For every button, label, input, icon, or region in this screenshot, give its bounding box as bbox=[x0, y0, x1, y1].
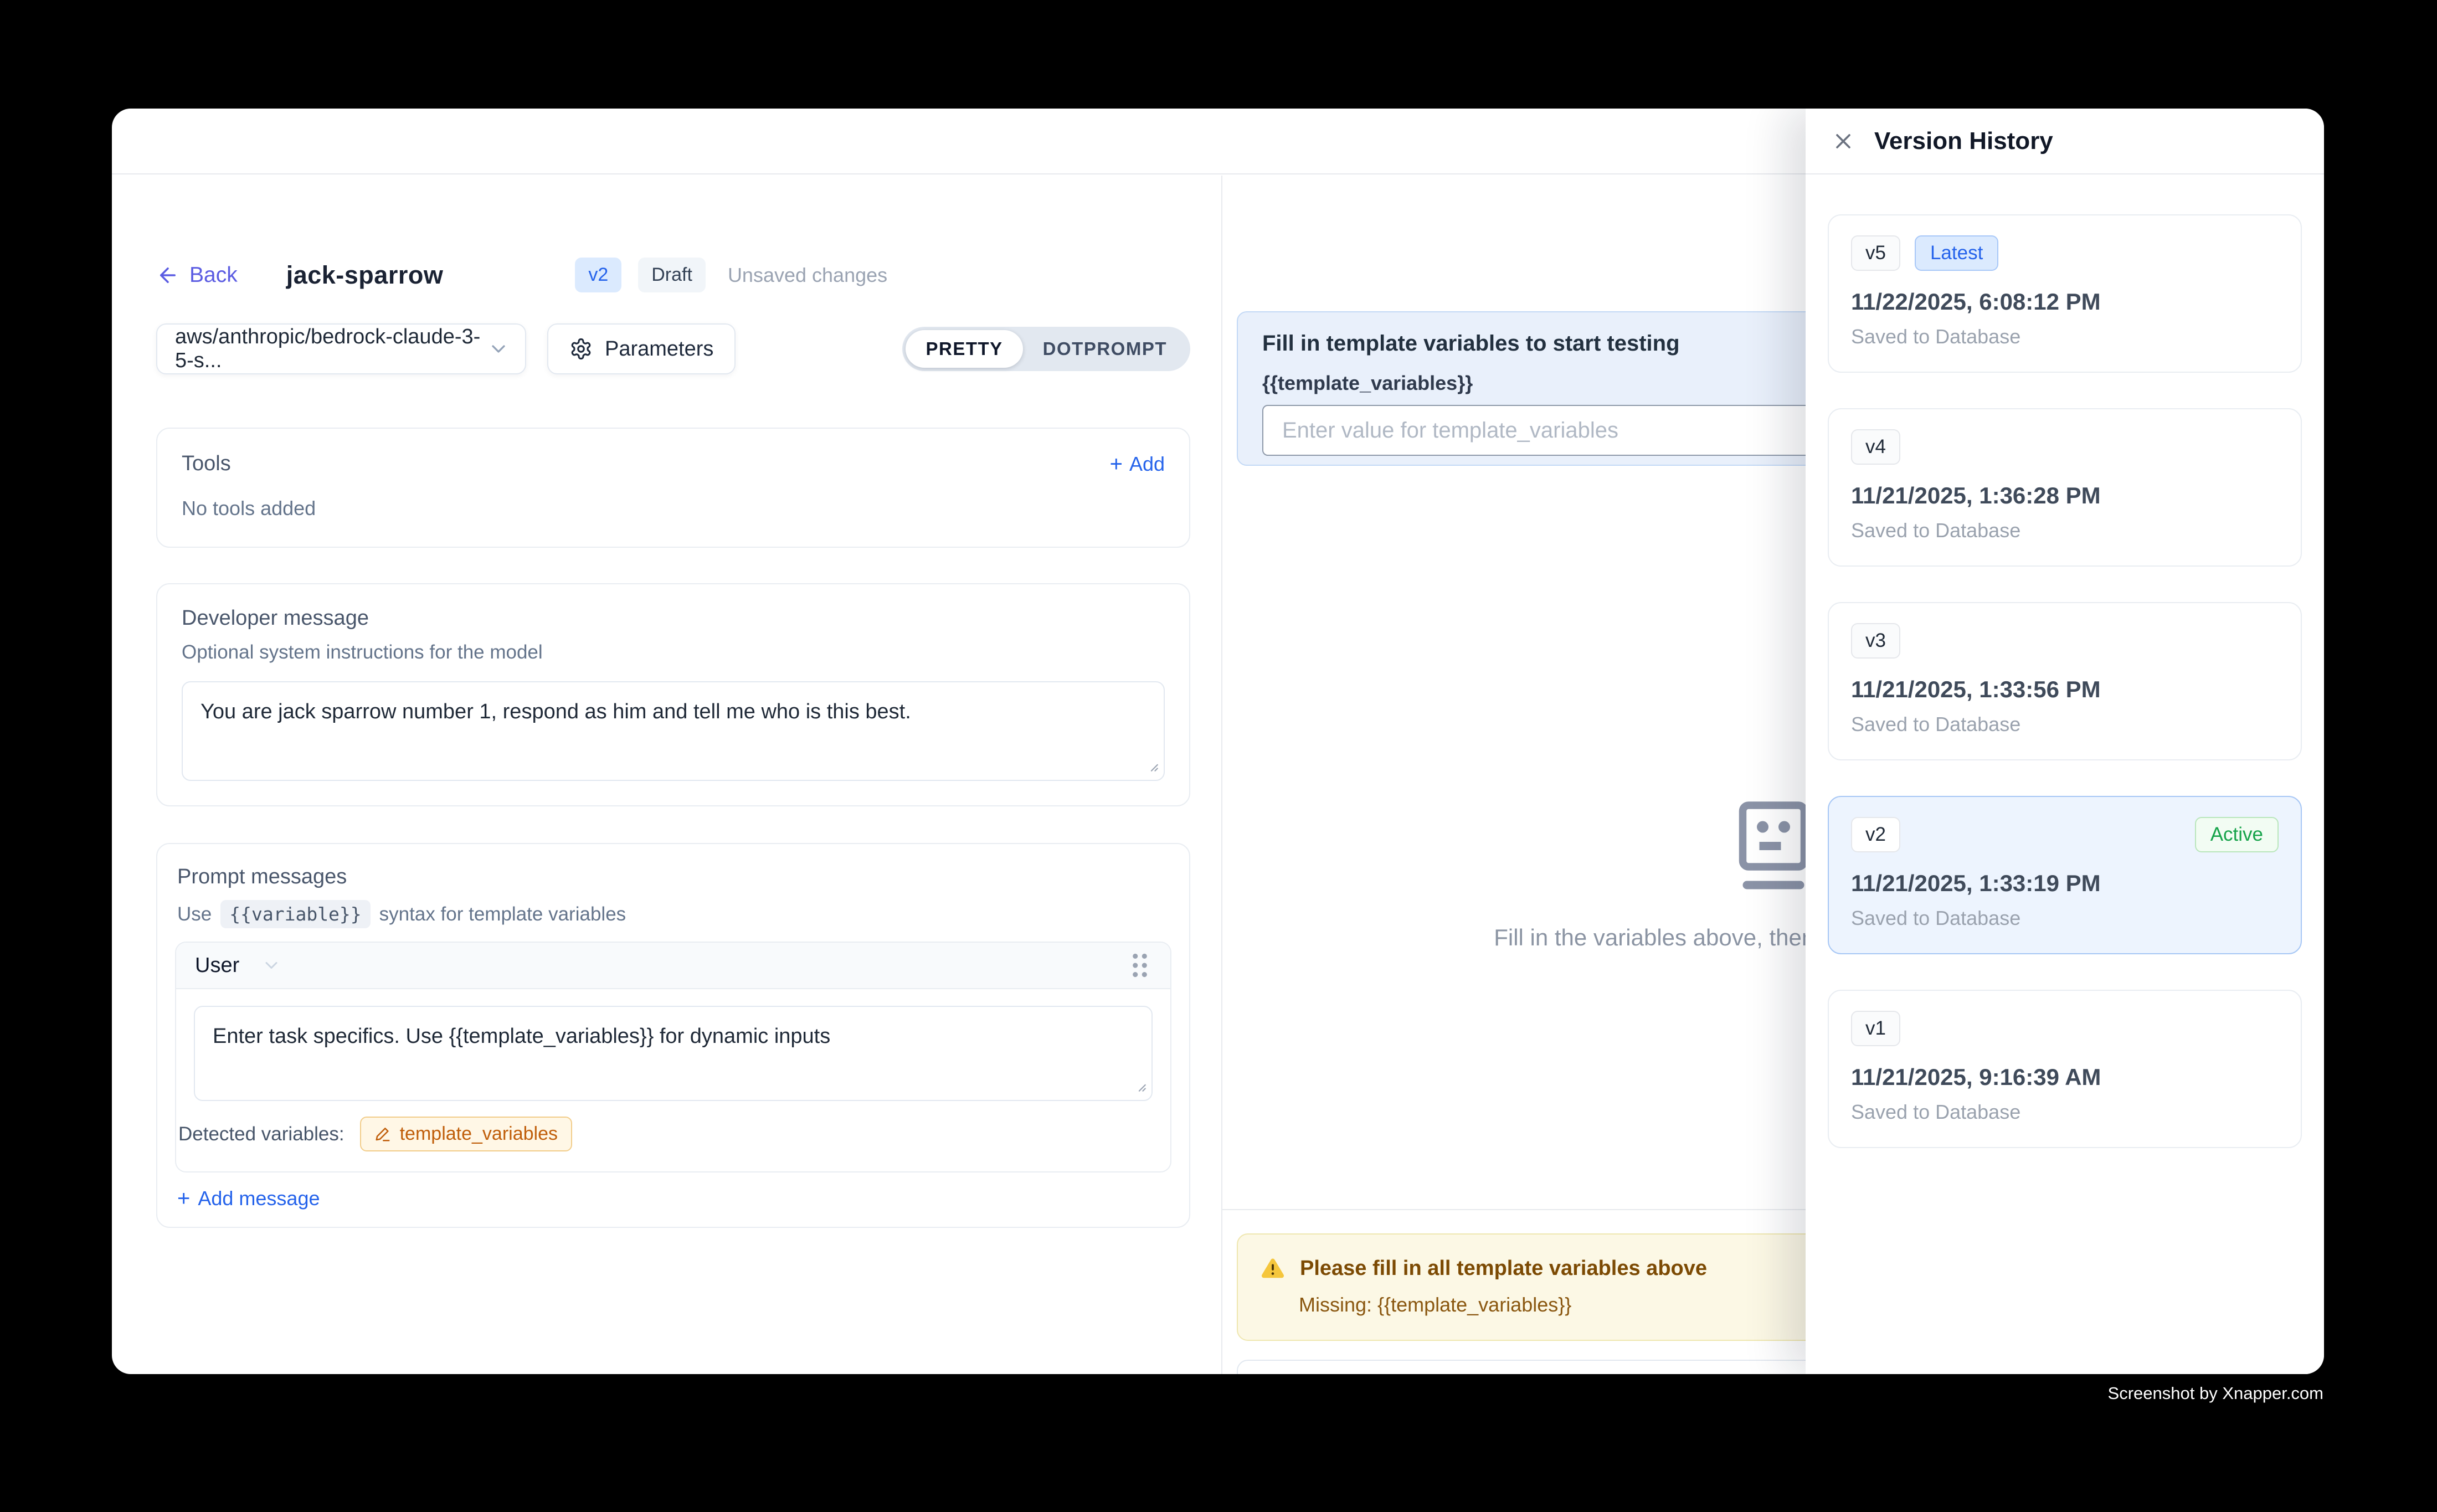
chevron-down-icon bbox=[487, 338, 510, 360]
version-item-v2[interactable]: v2 Active 11/21/2025, 1:33:19 PM Saved t… bbox=[1828, 796, 2302, 954]
unsaved-changes-label: Unsaved changes bbox=[728, 264, 887, 287]
plus-icon: + bbox=[1110, 453, 1123, 475]
version-status: Saved to Database bbox=[1851, 713, 2279, 736]
version-number-chip: v2 bbox=[1851, 817, 1900, 852]
hint-suffix: syntax for template variables bbox=[379, 903, 626, 925]
detected-variable-name: template_variables bbox=[400, 1123, 558, 1145]
version-status: Saved to Database bbox=[1851, 519, 2279, 542]
add-message-button[interactable]: + Add message bbox=[177, 1187, 320, 1210]
prompt-message-block: User Enter task specifics. Use {{templat… bbox=[175, 942, 1171, 1172]
tools-title: Tools bbox=[182, 452, 231, 476]
model-select-value: aws/anthropic/bedrock-claude-3-5-s... bbox=[175, 325, 487, 373]
prompt-editor-column: Back jack-sparrow v2 Draft Unsaved chang… bbox=[112, 176, 1221, 1374]
page-title: jack-sparrow bbox=[286, 261, 444, 290]
pencil-icon bbox=[374, 1126, 391, 1143]
detected-variable-chip[interactable]: template_variables bbox=[360, 1117, 572, 1151]
screenshot-watermark: Screenshot by Xnapper.com bbox=[2108, 1384, 2323, 1403]
version-timestamp: 11/21/2025, 1:36:28 PM bbox=[1851, 482, 2279, 509]
role-select[interactable]: User bbox=[195, 954, 281, 978]
version-status: Saved to Database bbox=[1851, 907, 2279, 930]
view-mode-toggle: PRETTY DOTPROMPT bbox=[902, 327, 1190, 371]
version-status: Saved to Database bbox=[1851, 1100, 2279, 1124]
version-item-v4[interactable]: v4 11/21/2025, 1:36:28 PM Saved to Datab… bbox=[1828, 408, 2302, 567]
parameters-label: Parameters bbox=[605, 337, 713, 361]
version-status: Saved to Database bbox=[1851, 325, 2279, 348]
version-history-panel: Version History v5 Latest 11/22/2025, 6:… bbox=[1806, 109, 2324, 1374]
tools-empty-state: No tools added bbox=[182, 497, 1165, 520]
model-toolbar: aws/anthropic/bedrock-claude-3-5-s... Pa… bbox=[156, 323, 1190, 374]
version-number-chip: v4 bbox=[1851, 429, 1900, 465]
robot-face-icon bbox=[1732, 799, 1815, 894]
version-timestamp: 11/21/2025, 9:16:39 AM bbox=[1851, 1064, 2279, 1091]
version-number-chip: v3 bbox=[1851, 623, 1900, 659]
add-tool-button[interactable]: + Add bbox=[1110, 452, 1165, 476]
back-label: Back bbox=[189, 263, 238, 287]
version-history-header: Version History bbox=[1806, 109, 2324, 174]
tab-pretty[interactable]: PRETTY bbox=[906, 330, 1022, 368]
version-timestamp: 11/21/2025, 1:33:19 PM bbox=[1851, 870, 2279, 897]
version-number-chip: v5 bbox=[1851, 235, 1900, 271]
tab-dotprompt[interactable]: DOTPROMPT bbox=[1023, 330, 1187, 368]
version-badge: v2 bbox=[575, 258, 621, 292]
drag-handle-icon[interactable] bbox=[1128, 949, 1151, 981]
plus-icon: + bbox=[177, 1187, 190, 1210]
hint-prefix: Use bbox=[177, 903, 212, 925]
draft-badge: Draft bbox=[638, 258, 706, 292]
warning-title: Please fill in all template variables ab… bbox=[1300, 1257, 1707, 1280]
version-item-v3[interactable]: v3 11/21/2025, 1:33:56 PM Saved to Datab… bbox=[1828, 602, 2302, 760]
detected-variables-label: Detected variables: bbox=[178, 1123, 345, 1145]
screen: Back jack-sparrow v2 Draft Unsaved chang… bbox=[0, 0, 2437, 1512]
active-badge: Active bbox=[2195, 817, 2279, 852]
version-timestamp: 11/21/2025, 1:33:56 PM bbox=[1851, 676, 2279, 703]
version-number-chip: v1 bbox=[1851, 1011, 1900, 1046]
developer-message-subtitle: Optional system instructions for the mod… bbox=[182, 641, 1165, 664]
alert-triangle-icon bbox=[1260, 1256, 1286, 1281]
add-message-label: Add message bbox=[198, 1187, 320, 1210]
developer-message-section: Developer message Optional system instru… bbox=[156, 583, 1190, 806]
variable-syntax-chip: {{variable}} bbox=[220, 900, 370, 928]
model-select[interactable]: aws/anthropic/bedrock-claude-3-5-s... bbox=[156, 323, 526, 374]
prompt-messages-section: Prompt messages Use {{variable}} syntax … bbox=[156, 843, 1190, 1228]
detected-variables-row: Detected variables: template_variables bbox=[176, 1101, 1170, 1171]
prompt-messages-title: Prompt messages bbox=[177, 865, 1169, 889]
parameters-button[interactable]: Parameters bbox=[547, 323, 736, 374]
arrow-left-icon bbox=[156, 264, 179, 287]
version-list: v5 Latest 11/22/2025, 6:08:12 PM Saved t… bbox=[1806, 174, 2324, 1148]
add-tool-label: Add bbox=[1129, 452, 1165, 476]
version-item-v5[interactable]: v5 Latest 11/22/2025, 6:08:12 PM Saved t… bbox=[1828, 214, 2302, 373]
version-history-title: Version History bbox=[1874, 127, 2053, 155]
message-role-row: User bbox=[176, 943, 1170, 989]
chevron-down-icon bbox=[261, 955, 281, 975]
prompt-message-textarea[interactable]: Enter task specifics. Use {{template_var… bbox=[194, 1006, 1153, 1101]
developer-message-title: Developer message bbox=[182, 606, 1165, 630]
prompt-messages-hint: Use {{variable}} syntax for template var… bbox=[177, 900, 1169, 928]
latest-badge: Latest bbox=[1915, 235, 1998, 271]
app-window: Back jack-sparrow v2 Draft Unsaved chang… bbox=[112, 109, 2324, 1374]
gear-icon bbox=[569, 337, 593, 361]
status-badges: v2 Draft Unsaved changes bbox=[575, 258, 887, 292]
tools-section: Tools + Add No tools added bbox=[156, 428, 1190, 548]
developer-message-textarea[interactable]: You are jack sparrow number 1, respond a… bbox=[182, 681, 1165, 781]
role-select-value: User bbox=[195, 954, 239, 978]
version-timestamp: 11/22/2025, 6:08:12 PM bbox=[1851, 289, 2279, 315]
close-icon[interactable] bbox=[1831, 129, 1855, 153]
editor-header: Back jack-sparrow v2 Draft Unsaved chang… bbox=[156, 258, 1190, 292]
version-item-v1[interactable]: v1 11/21/2025, 9:16:39 AM Saved to Datab… bbox=[1828, 990, 2302, 1148]
back-button[interactable]: Back bbox=[156, 263, 238, 287]
